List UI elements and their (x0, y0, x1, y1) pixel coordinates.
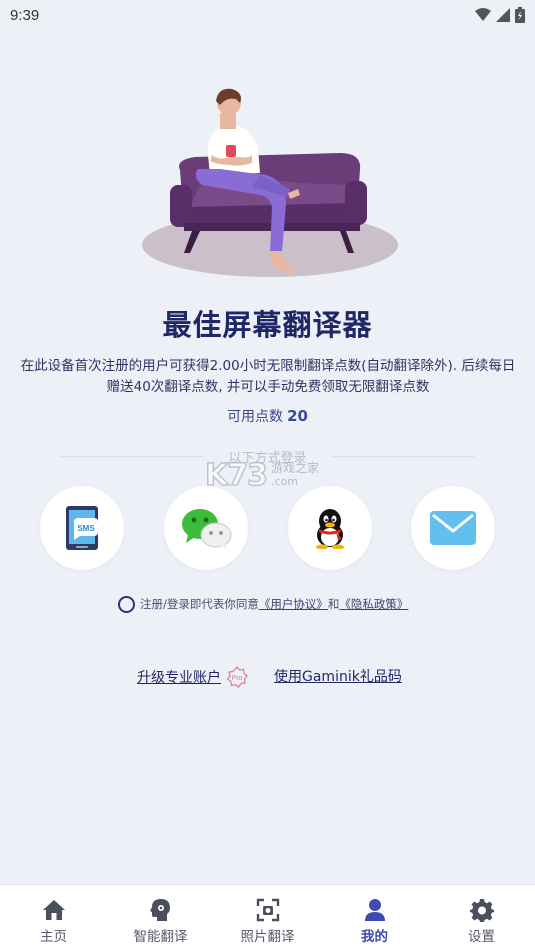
signal-icon (496, 8, 510, 22)
sms-icon-label: SMS (77, 524, 95, 533)
gear-icon (469, 899, 494, 922)
pro-badge-label: Pro (232, 675, 243, 682)
login-methods: SMS (0, 486, 535, 570)
points-display: 可用点数 20 (0, 406, 535, 426)
wechat-login-button[interactable] (164, 486, 248, 570)
divider-line-right (330, 455, 476, 457)
tab-label-smart-translate: 智能翻译 (133, 929, 188, 945)
bottom-tab-bar: 主页 智能翻译 照片翻译 我的 设置 (0, 884, 535, 951)
person-icon (364, 899, 385, 921)
agreement-checkbox[interactable] (118, 595, 135, 613)
user-agreement-link[interactable]: 《用户协议》 (259, 596, 328, 612)
upgrade-pro-link[interactable]: 升级专业账户 Pro (137, 666, 248, 688)
wifi-icon (475, 8, 491, 21)
sms-phone-icon: SMS (66, 506, 98, 550)
watermark-cn: 游戏之家 (271, 461, 320, 475)
tab-photo-translate[interactable]: 照片翻译 (214, 885, 321, 951)
tab-label-mine: 我的 (361, 929, 388, 945)
status-icons (475, 7, 525, 23)
qq-login-button[interactable] (288, 486, 372, 570)
tab-home[interactable]: 主页 (0, 885, 107, 951)
points-label: 可用点数 (227, 409, 284, 425)
tab-smart-translate[interactable]: 智能翻译 (107, 885, 214, 951)
points-value: 20 (287, 407, 308, 425)
gift-code-link[interactable]: 使用Gaminik礼品码 (274, 666, 402, 686)
divider-line-left (60, 455, 205, 457)
home-icon (42, 900, 65, 920)
qq-penguin-icon (316, 509, 344, 549)
photo-scan-icon (256, 898, 279, 922)
tab-label-photo-translate: 照片翻译 (240, 929, 295, 945)
privacy-policy-link[interactable]: 《隐私政策》 (339, 596, 408, 612)
page-title: 最佳屏幕翻译器 (162, 308, 373, 342)
agreement-row: 注册/登录即代表你同意 《用户协议》 和 《隐私政策》 (118, 594, 408, 614)
agreement-and: 和 (327, 597, 340, 611)
mail-login-button[interactable] (411, 486, 495, 570)
description-text: 在此设备首次注册的用户可获得2.00小时无限制翻译点数(自动翻译除外). 后续每… (20, 358, 516, 395)
pro-badge-icon: Pro (226, 666, 248, 688)
mail-icon (430, 511, 476, 545)
tab-mine[interactable]: 我的 (321, 885, 428, 951)
status-bar: 9:39 (0, 0, 535, 30)
tab-label-home: 主页 (40, 929, 67, 945)
brain-icon (149, 899, 170, 921)
tab-settings[interactable]: 设置 (428, 885, 535, 951)
agreement-prefix: 注册/登录即代表你同意 (140, 597, 259, 611)
person-on-sofa-illustration (142, 88, 398, 277)
tab-label-settings: 设置 (468, 929, 495, 945)
upgrade-pro-label: 升级专业账户 (137, 670, 221, 686)
sms-login-button[interactable]: SMS (40, 486, 124, 570)
battery-icon (515, 7, 525, 23)
account-links: 升级专业账户 Pro 使用Gaminik礼品码 (0, 664, 535, 688)
wechat-icon (182, 509, 232, 549)
status-time: 9:39 (10, 6, 40, 24)
